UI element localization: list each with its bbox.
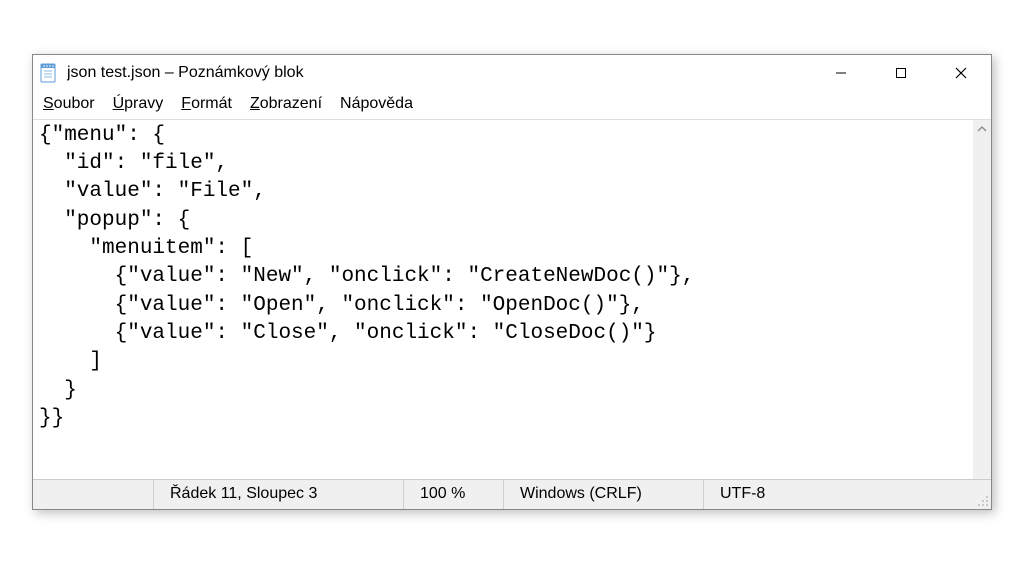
vertical-scrollbar[interactable] bbox=[973, 120, 991, 479]
menu-view[interactable]: Zobrazení bbox=[248, 95, 324, 113]
menubar: Soubor Úpravy Formát Zobrazení Nápověda bbox=[33, 91, 991, 119]
status-zoom: 100 % bbox=[403, 480, 503, 509]
notepad-window: json test.json – Poznámkový blok Soubor … bbox=[32, 54, 992, 510]
menu-file[interactable]: Soubor bbox=[41, 95, 97, 113]
maximize-button[interactable] bbox=[871, 55, 931, 91]
menu-edit[interactable]: Úpravy bbox=[111, 95, 166, 113]
maximize-icon bbox=[895, 67, 907, 79]
status-line-column: Řádek 11, Sloupec 3 bbox=[153, 480, 403, 509]
notepad-app-icon bbox=[39, 61, 59, 85]
minimize-button[interactable] bbox=[811, 55, 871, 91]
window-title: json test.json – Poznámkový blok bbox=[67, 64, 811, 82]
menu-format[interactable]: Formát bbox=[179, 95, 234, 113]
close-icon bbox=[955, 67, 967, 79]
menu-help[interactable]: Nápověda bbox=[338, 95, 415, 113]
statusbar: Řádek 11, Sloupec 3 100 % Windows (CRLF)… bbox=[33, 479, 991, 509]
close-button[interactable] bbox=[931, 55, 991, 91]
resize-grip-icon bbox=[977, 495, 989, 507]
status-line-endings: Windows (CRLF) bbox=[503, 480, 703, 509]
status-spacer bbox=[33, 480, 153, 509]
scroll-up-icon[interactable] bbox=[973, 120, 991, 138]
resize-grip[interactable] bbox=[971, 480, 991, 509]
text-editor[interactable]: {"menu": { "id": "file", "value": "File"… bbox=[33, 120, 973, 479]
minimize-icon bbox=[835, 67, 847, 79]
window-controls bbox=[811, 55, 991, 91]
editor-area: {"menu": { "id": "file", "value": "File"… bbox=[33, 119, 991, 479]
status-encoding: UTF-8 bbox=[703, 480, 971, 509]
titlebar[interactable]: json test.json – Poznámkový blok bbox=[33, 55, 991, 91]
